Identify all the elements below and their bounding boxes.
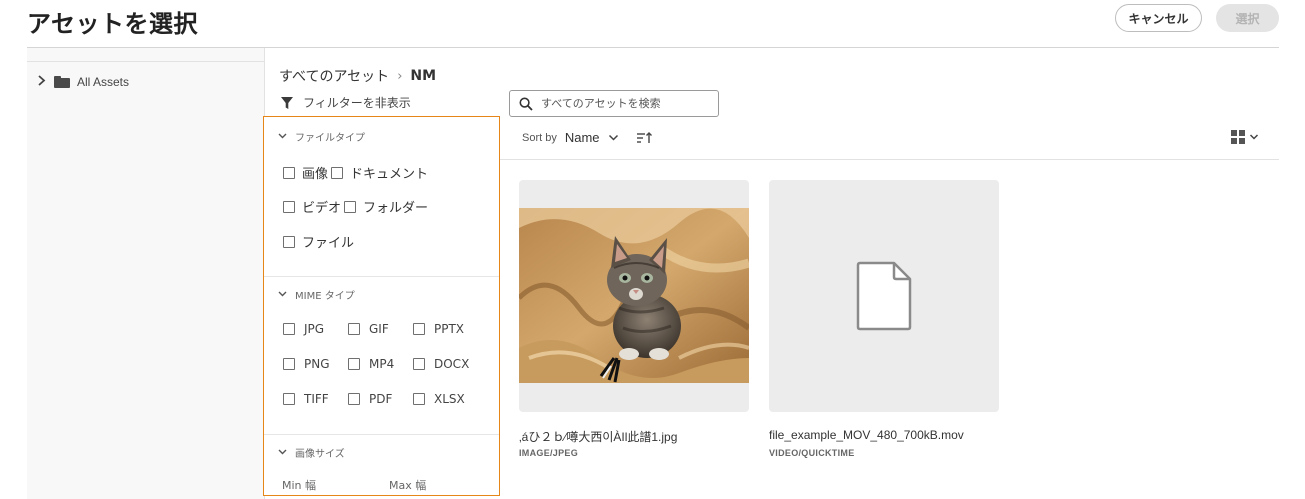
checkbox-label: XLSX [434,392,465,406]
checkbox-icon[interactable] [331,166,343,179]
kitten-photo [519,208,749,383]
asset-type: IMAGE/JPEG [519,448,579,458]
asset-name[interactable]: file_example_MOV_480_700kB.mov [769,428,964,442]
checkbox-icon[interactable] [348,323,360,335]
checkbox-label: TIFF [304,392,329,406]
filter-xlsx-checkbox[interactable]: XLSX [413,392,465,406]
checkbox-icon[interactable] [283,358,295,370]
breadcrumb: すべてのアセット › NM [279,66,436,86]
filter-gif-checkbox[interactable]: GIF [348,322,389,336]
chevron-right-icon[interactable] [37,74,49,90]
file-type-section-header[interactable]: ファイルタイプ [278,129,365,144]
checkbox-icon[interactable] [283,235,295,248]
checkbox-label: ビデオ [302,201,342,216]
filter-image-checkbox[interactable]: 画像 [283,163,328,182]
checkbox-label: PDF [369,392,393,406]
checkbox-label: DOCX [434,357,470,371]
checkbox-label: フォルダー [363,201,429,216]
page-title: アセットを選択 [27,10,199,38]
checkbox-label: GIF [369,322,389,336]
checkbox-icon[interactable] [413,323,425,335]
sort-field-picker[interactable]: Name [565,130,600,145]
content-divider [500,159,1279,160]
chevron-down-icon [278,132,287,142]
chevron-down-icon [278,448,287,458]
checkbox-label: MP4 [369,357,395,371]
checkbox-icon[interactable] [283,200,295,213]
checkbox-icon[interactable] [344,200,356,213]
filter-png-checkbox[interactable]: PNG [283,357,330,371]
asset-card[interactable] [519,180,749,412]
filter-panel: ファイルタイプ 画像 ドキュメント ビデオ フォルダー ファイル MIME タイ… [263,116,500,496]
hide-filters-toggle[interactable]: フィルターを非表示 [280,94,411,111]
chevron-down-icon [278,290,287,300]
search-icon [519,96,533,111]
filter-mp4-checkbox[interactable]: MP4 [348,357,394,371]
filter-jpg-checkbox[interactable]: JPG [283,322,324,336]
filter-docx-checkbox[interactable]: DOCX [413,357,469,371]
section-divider [264,434,499,435]
breadcrumb-root[interactable]: すべてのアセット [279,66,389,86]
checkbox-icon[interactable] [283,323,295,335]
file-icon [856,261,912,331]
filter-folder-checkbox[interactable]: フォルダー [344,197,428,216]
cancel-button[interactable]: キャンセル [1115,4,1202,32]
folder-icon [54,76,70,88]
checkbox-icon[interactable] [283,166,295,179]
mime-type-section-header[interactable]: MIME タイプ [278,287,355,302]
select-button[interactable]: 選択 [1216,4,1279,32]
search-input[interactable] [541,97,711,110]
chevron-down-icon[interactable] [1249,132,1259,142]
checkbox-label: PPTX [434,322,465,336]
filter-file-checkbox[interactable]: ファイル [283,232,354,251]
grid-view-icon[interactable] [1231,130,1245,144]
checkbox-label: JPG [304,322,325,336]
sort-ascending-icon[interactable] [636,131,652,145]
hide-filters-label: フィルターを非表示 [303,96,411,110]
filter-pdf-checkbox[interactable]: PDF [348,392,392,406]
max-width-label: Max 幅 [389,479,427,492]
checkbox-icon[interactable] [413,358,425,370]
filter-tiff-checkbox[interactable]: TIFF [283,392,329,406]
funnel-icon [281,96,293,109]
search-field[interactable] [509,90,719,117]
min-width-label: Min 幅 [282,479,317,492]
view-switcher[interactable] [1231,130,1259,144]
filter-document-checkbox[interactable]: ドキュメント [331,163,428,182]
asset-name[interactable]: ‚áひ２ｂ⁄噂大西이ÀIl此譜1.jpg [519,428,677,445]
sidebar-divider [27,61,265,62]
checkbox-icon[interactable] [348,358,360,370]
checkbox-label: 画像 [302,167,329,182]
checkbox-icon[interactable] [348,393,360,405]
sidebar-item-all-assets[interactable]: All Assets [37,72,129,92]
mime-type-title: MIME タイプ [295,291,355,302]
asset-card[interactable] [769,180,999,412]
filter-pptx-checkbox[interactable]: PPTX [413,322,464,336]
chevron-down-icon[interactable] [608,132,619,143]
filter-video-checkbox[interactable]: ビデオ [283,197,341,216]
breadcrumb-separator: › [397,68,403,84]
checkbox-label: ファイル [302,236,355,251]
checkbox-icon[interactable] [413,393,425,405]
image-size-title: 画像サイズ [295,449,345,460]
breadcrumb-current: NM [410,68,437,84]
section-divider [264,276,499,277]
sidebar-item-label: All Assets [77,75,130,89]
sort-label: Sort by [522,131,557,144]
image-size-section-header[interactable]: 画像サイズ [278,445,345,460]
checkbox-icon[interactable] [283,393,295,405]
asset-type: VIDEO/QUICKTIME [769,448,855,458]
file-type-title: ファイルタイプ [295,133,365,144]
sidebar: All Assets [27,48,265,499]
sort-control: Sort by Name [522,130,652,145]
checkbox-label: PNG [304,357,330,371]
checkbox-label: ドキュメント [350,167,429,182]
